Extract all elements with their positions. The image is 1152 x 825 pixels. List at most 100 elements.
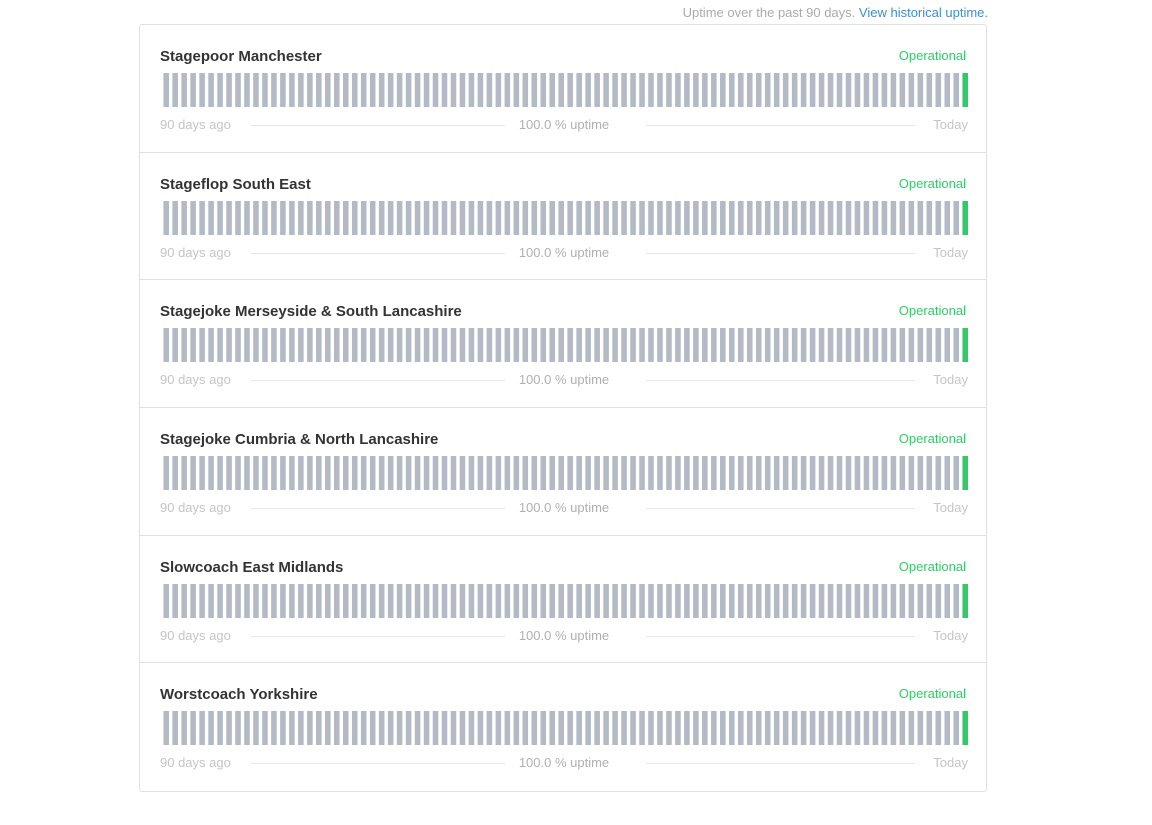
- uptime-day-bar[interactable]: [531, 73, 538, 107]
- uptime-day-bar[interactable]: [603, 73, 609, 107]
- uptime-day-bar[interactable]: [289, 73, 295, 107]
- uptime-day-bar[interactable]: [244, 73, 250, 107]
- uptime-day-bar[interactable]: [935, 73, 942, 107]
- uptime-day-bar[interactable]: [944, 456, 951, 491]
- uptime-day-bar[interactable]: [414, 456, 421, 491]
- uptime-day-bar[interactable]: [190, 583, 196, 618]
- uptime-day-bar-operational[interactable]: [962, 583, 968, 618]
- uptime-day-bar[interactable]: [746, 711, 753, 746]
- uptime-day-bar[interactable]: [854, 583, 861, 618]
- uptime-day-bar[interactable]: [396, 73, 403, 107]
- uptime-day-bar[interactable]: [782, 328, 789, 363]
- uptime-day-bar[interactable]: [441, 711, 448, 746]
- uptime-day-bar[interactable]: [827, 711, 834, 746]
- uptime-day-bar[interactable]: [199, 456, 205, 491]
- uptime-day-bar[interactable]: [791, 73, 798, 107]
- uptime-day-bar[interactable]: [791, 328, 798, 363]
- uptime-day-bar[interactable]: [495, 73, 502, 107]
- uptime-day-bar[interactable]: [307, 583, 313, 618]
- uptime-day-bar[interactable]: [244, 456, 250, 491]
- uptime-day-bar[interactable]: [486, 711, 493, 746]
- uptime-day-bar[interactable]: [378, 456, 385, 491]
- uptime-day-bar[interactable]: [217, 200, 223, 235]
- uptime-day-bar[interactable]: [423, 200, 430, 235]
- uptime-day-bar[interactable]: [854, 200, 861, 235]
- uptime-day-bar[interactable]: [477, 200, 484, 235]
- uptime-day-bar[interactable]: [414, 583, 421, 618]
- uptime-day-bar[interactable]: [369, 73, 376, 107]
- uptime-day-bar[interactable]: [944, 73, 951, 107]
- uptime-day-bar[interactable]: [917, 583, 924, 618]
- uptime-day-bar[interactable]: [432, 711, 439, 746]
- uptime-day-bar[interactable]: [477, 328, 484, 363]
- uptime-day-bar[interactable]: [414, 73, 421, 107]
- uptime-day-bar[interactable]: [782, 456, 789, 491]
- uptime-day-bar[interactable]: [307, 200, 313, 235]
- uptime-day-bar-operational[interactable]: [962, 456, 968, 491]
- uptime-day-bar[interactable]: [594, 328, 600, 363]
- uptime-day-bar[interactable]: [486, 73, 493, 107]
- uptime-day-bar[interactable]: [612, 328, 618, 363]
- uptime-day-bar[interactable]: [881, 200, 888, 235]
- uptime-day-bar[interactable]: [576, 328, 582, 363]
- uptime-day-bar[interactable]: [369, 328, 376, 363]
- uptime-day-bar[interactable]: [818, 73, 825, 107]
- uptime-day-bar[interactable]: [333, 328, 340, 363]
- uptime-day-bar[interactable]: [549, 711, 556, 746]
- uptime-day-bar[interactable]: [845, 711, 852, 746]
- uptime-day-bar[interactable]: [342, 583, 349, 618]
- uptime-day-bar[interactable]: [549, 328, 556, 363]
- uptime-day-bar[interactable]: [208, 456, 214, 491]
- uptime-day-bar[interactable]: [378, 73, 385, 107]
- uptime-day-bar[interactable]: [558, 583, 564, 618]
- uptime-day-bar[interactable]: [387, 200, 394, 235]
- uptime-day-bar[interactable]: [199, 583, 205, 618]
- uptime-day-bar[interactable]: [558, 711, 564, 746]
- uptime-day-bar[interactable]: [666, 328, 672, 363]
- uptime-day-bar-operational[interactable]: [962, 711, 968, 746]
- uptime-day-bar[interactable]: [594, 456, 600, 491]
- uptime-day-bar[interactable]: [603, 456, 609, 491]
- uptime-day-bar[interactable]: [576, 200, 582, 235]
- uptime-day-bar[interactable]: [351, 711, 358, 746]
- uptime-day-bar[interactable]: [342, 200, 349, 235]
- uptime-day-bar[interactable]: [836, 328, 843, 363]
- uptime-day-bar[interactable]: [755, 328, 762, 363]
- uptime-day-bar[interactable]: [711, 73, 717, 107]
- uptime-day-bar[interactable]: [253, 73, 259, 107]
- uptime-day-bar[interactable]: [459, 456, 466, 491]
- uptime-day-bar[interactable]: [657, 583, 663, 618]
- uptime-day-bar[interactable]: [495, 711, 502, 746]
- uptime-day-bar[interactable]: [441, 328, 448, 363]
- uptime-day-bar[interactable]: [737, 711, 744, 746]
- uptime-day-bar[interactable]: [244, 711, 250, 746]
- uptime-day-bar[interactable]: [342, 711, 349, 746]
- uptime-day-bar[interactable]: [908, 583, 915, 618]
- uptime-day-bar[interactable]: [567, 711, 573, 746]
- uptime-day-bar[interactable]: [199, 73, 205, 107]
- uptime-bars[interactable]: [160, 583, 968, 618]
- uptime-day-bar[interactable]: [890, 200, 897, 235]
- uptime-day-bar[interactable]: [594, 711, 600, 746]
- uptime-day-bar[interactable]: [746, 200, 753, 235]
- uptime-day-bar[interactable]: [953, 711, 960, 746]
- uptime-day-bar[interactable]: [360, 583, 367, 618]
- uptime-day-bar[interactable]: [872, 711, 879, 746]
- uptime-day-bar[interactable]: [495, 328, 502, 363]
- uptime-day-bar[interactable]: [917, 200, 924, 235]
- uptime-day-bar[interactable]: [396, 328, 403, 363]
- uptime-day-bar[interactable]: [711, 200, 717, 235]
- uptime-day-bar-operational[interactable]: [962, 73, 968, 107]
- uptime-day-bar[interactable]: [450, 328, 457, 363]
- uptime-day-bar[interactable]: [513, 711, 520, 746]
- uptime-day-bar[interactable]: [818, 200, 825, 235]
- uptime-day-bar[interactable]: [755, 456, 762, 491]
- uptime-day-bar[interactable]: [836, 456, 843, 491]
- uptime-day-bar[interactable]: [594, 73, 600, 107]
- uptime-day-bar[interactable]: [836, 711, 843, 746]
- uptime-day-bar[interactable]: [163, 200, 169, 235]
- uptime-day-bar[interactable]: [854, 73, 861, 107]
- uptime-day-bar[interactable]: [432, 456, 439, 491]
- uptime-day-bar[interactable]: [522, 583, 529, 618]
- uptime-day-bar[interactable]: [872, 583, 879, 618]
